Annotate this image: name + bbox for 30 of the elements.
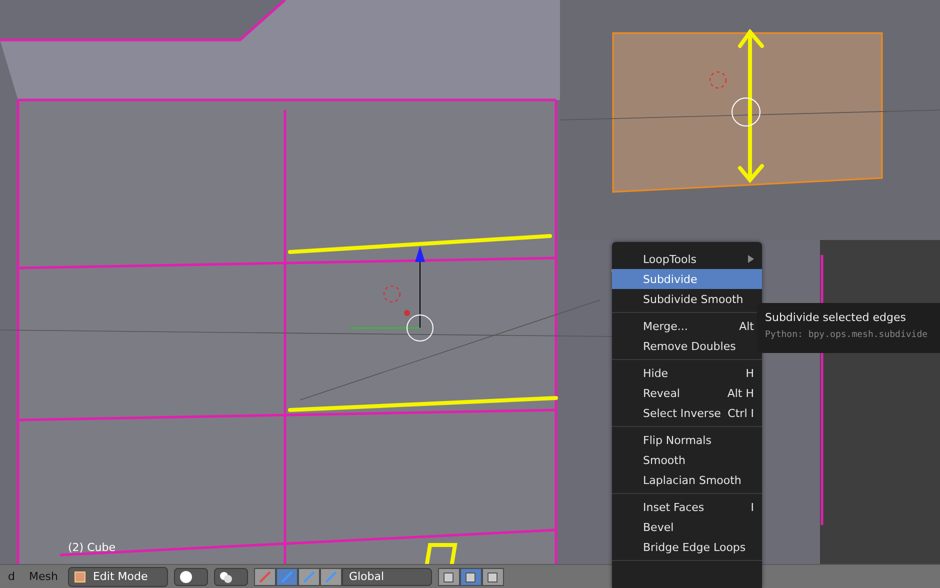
- menu-item[interactable]: Subdivide Smooth: [612, 289, 762, 309]
- sphere-icon: [178, 570, 193, 584]
- menu-item[interactable]: Inset Faces I: [612, 497, 762, 517]
- menu-item[interactable]: Hide H: [612, 363, 762, 383]
- tooltip-python: Python: bpy.ops.mesh.subdivide: [765, 330, 929, 340]
- menu-item[interactable]: Select Inverse Ctrl I: [612, 403, 762, 423]
- menu-item[interactable]: Reveal Alt H: [612, 383, 762, 403]
- orientation-dropdown[interactable]: Global: [342, 568, 432, 586]
- menu-item[interactable]: Bevel: [612, 517, 762, 537]
- menu-item[interactable]: Subdivide: [612, 269, 762, 289]
- menu-item[interactable]: d: [4, 570, 19, 583]
- object-label: (2) Cube: [68, 541, 116, 554]
- select-mode-button[interactable]: [460, 568, 482, 586]
- select-mode-button[interactable]: [482, 568, 504, 586]
- shading-dropdown[interactable]: [174, 568, 208, 586]
- tooltip-title: Subdivide selected edges: [765, 311, 907, 324]
- menu-item[interactable]: Flip Normals: [612, 430, 762, 450]
- menu-item[interactable]: Mesh: [24, 570, 62, 583]
- menu-item[interactable]: Bridge Edge Loops: [612, 537, 762, 557]
- manipulator-button[interactable]: [276, 568, 298, 586]
- mode-dropdown[interactable]: Edit Mode: [68, 566, 168, 586]
- manipulator-button[interactable]: [320, 568, 342, 586]
- manipulator-button[interactable]: [254, 568, 276, 586]
- select-mode-button[interactable]: [438, 568, 460, 586]
- circles-icon: [218, 570, 233, 584]
- menu-item[interactable]: Smooth: [612, 450, 762, 470]
- menu-item[interactable]: Laplacian Smooth: [612, 470, 762, 490]
- menu-item[interactable]: LoopTools: [612, 249, 762, 269]
- manipulator-button[interactable]: [298, 568, 320, 586]
- pivot-dropdown[interactable]: [214, 568, 248, 586]
